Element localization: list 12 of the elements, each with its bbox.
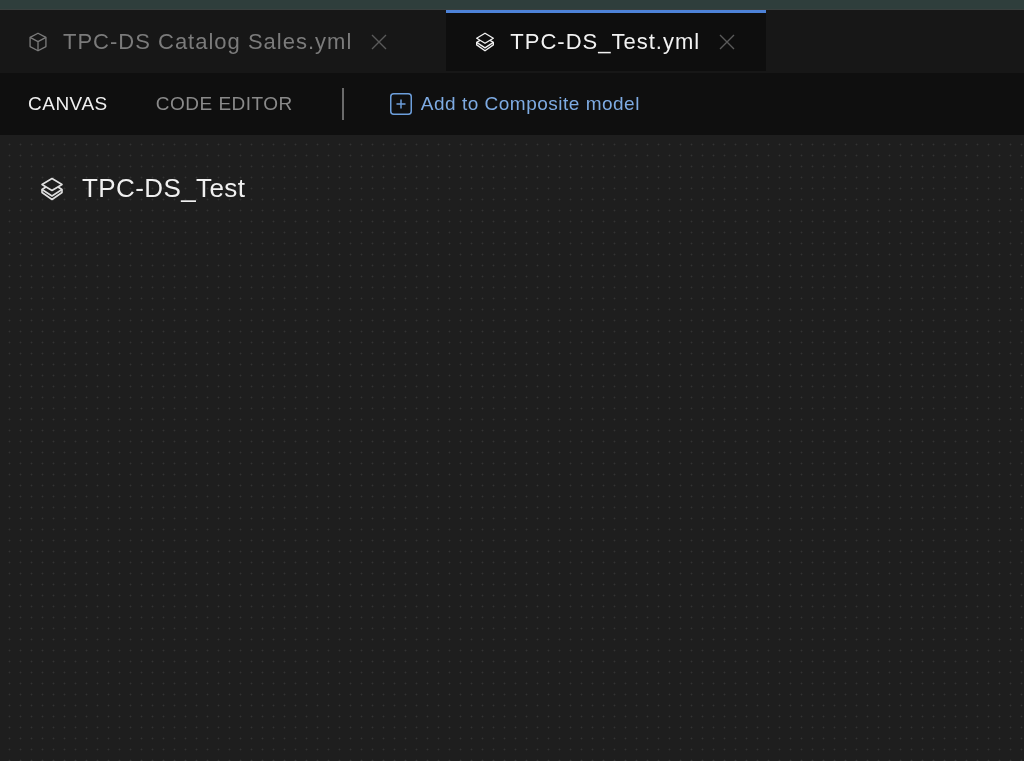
add-to-composite-button[interactable]: Add to Composite model bbox=[389, 89, 640, 119]
model-title: TPC-DS_Test bbox=[82, 173, 246, 204]
close-icon[interactable] bbox=[371, 34, 388, 50]
plus-icon bbox=[389, 93, 412, 115]
layers-icon bbox=[475, 32, 496, 52]
layers-icon bbox=[40, 176, 64, 201]
file-tab[interactable]: TPC-DS_Test.yml bbox=[446, 10, 767, 71]
file-tab[interactable]: TPC-DS Catalog Sales.yml bbox=[0, 10, 419, 71]
cube-icon bbox=[28, 32, 48, 52]
close-icon[interactable] bbox=[719, 34, 736, 50]
view-tab[interactable]: CODE EDITOR bbox=[143, 87, 305, 121]
view-tab[interactable]: CANVAS bbox=[16, 87, 120, 121]
